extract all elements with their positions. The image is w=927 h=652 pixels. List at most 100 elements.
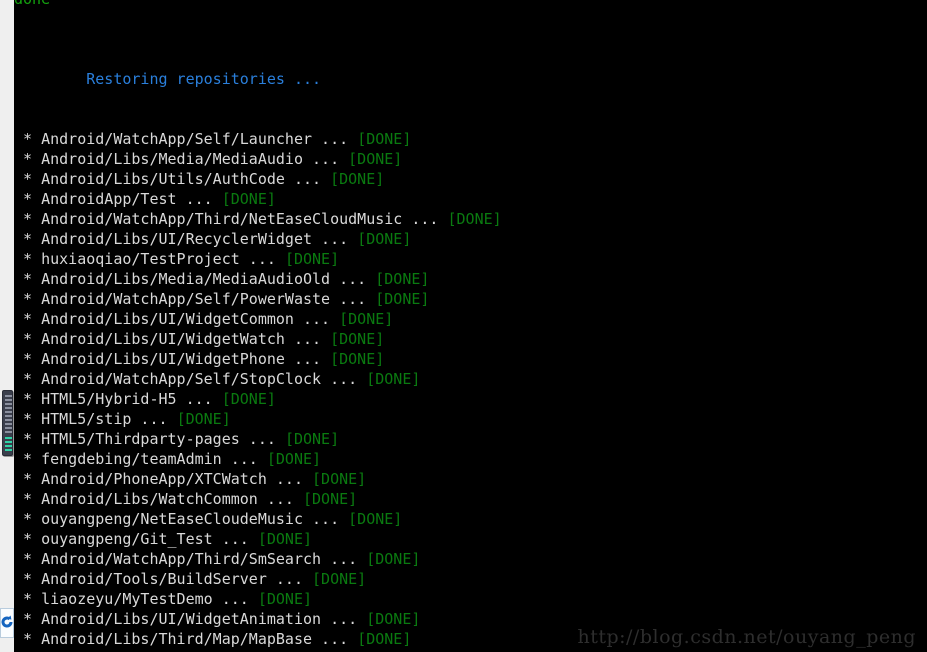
progress-ellipsis: ... — [176, 390, 222, 408]
progress-ellipsis: ... — [239, 430, 285, 448]
repository-line: * Android/Libs/Media/MediaAudioOld ... [… — [14, 269, 927, 289]
repository-status-badge: [DONE] — [312, 470, 367, 488]
repository-line: * Android/Libs/UI/WidgetPhone ... [DONE] — [14, 349, 927, 369]
repository-status-badge: [DONE] — [348, 510, 403, 528]
bullet-marker: * — [14, 410, 42, 428]
repository-name: Android/Libs/Media/MediaAudioOld — [41, 270, 331, 288]
repository-status-badge: [DONE] — [284, 430, 340, 448]
repository-line: * Android/Libs/Media/MediaAudio ... [DON… — [14, 149, 927, 169]
scrollback-line: done — [14, 0, 50, 9]
repository-name: Android/WatchApp/Third/SmSearch — [41, 550, 322, 568]
repository-name: Android/Libs/UI/WidgetCommon — [41, 310, 294, 328]
repository-line: * Android/Libs/UI/WidgetWatch ... [DONE] — [14, 329, 927, 349]
bullet-marker: * — [14, 230, 42, 248]
bullet-marker: * — [14, 250, 42, 268]
progress-ellipsis: ... — [321, 550, 367, 568]
bullet-marker: * — [14, 290, 42, 308]
repository-line: * Android/Tools/BuildServer ... [DONE] — [14, 569, 927, 589]
repository-status-badge: [DONE] — [339, 310, 394, 328]
repository-name: ouyangpeng/NetEaseCloudeMusic — [41, 510, 303, 528]
repository-line: * Android/WatchApp/Self/Launcher ... [DO… — [14, 129, 927, 149]
repository-line: * HTML5/Hybrid-H5 ... [DONE] — [14, 389, 927, 409]
bullet-marker: * — [14, 170, 42, 188]
repository-name: huxiaoqiao/TestProject — [41, 250, 240, 268]
repository-name: HTML5/Thirdparty-pages — [41, 430, 240, 448]
repository-line: * HTML5/stip ... [DONE] — [14, 409, 927, 429]
repository-status-badge: [DONE] — [366, 610, 421, 628]
repository-name: Android/Libs/UI/WidgetPhone — [41, 350, 285, 368]
bullet-marker: * — [14, 510, 42, 528]
progress-ellipsis: ... — [284, 170, 331, 188]
repository-status-badge: [DONE] — [176, 410, 231, 428]
bullet-marker: * — [14, 470, 42, 488]
progress-ellipsis: ... — [239, 250, 285, 268]
progress-ellipsis: ... — [176, 190, 222, 208]
repository-status-badge: [DONE] — [366, 370, 421, 388]
progress-ellipsis: ... — [402, 210, 448, 228]
terminal-lines: Restoring repositories ... * Android/Wat… — [14, 9, 927, 652]
progress-ellipsis: ... — [212, 590, 258, 608]
repository-line: * Android/PhoneApp/XTCWatch ... [DONE] — [14, 469, 927, 489]
repository-status-badge: [DONE] — [257, 590, 313, 608]
repository-name: Android/WatchApp/Self/StopClock — [41, 370, 322, 388]
progress-ellipsis: ... — [257, 490, 303, 508]
repository-name: Android/Libs/UI/RecyclerWidget — [41, 230, 313, 248]
repository-status-badge: [DONE] — [330, 330, 385, 348]
repository-status-badge: [DONE] — [357, 230, 412, 248]
server-rack-body — [2, 390, 13, 456]
repository-status-badge: [DONE] — [257, 530, 313, 548]
bullet-marker: * — [14, 530, 42, 548]
repository-name: Android/Libs/UI/WidgetWatch — [41, 330, 285, 348]
bullet-marker: * — [14, 590, 42, 608]
repository-name: Android/WatchApp/Self/PowerWaste — [41, 290, 331, 308]
repository-name: fengdebing/teamAdmin — [41, 450, 222, 468]
bullet-marker: * — [14, 570, 42, 588]
repository-name: Android/Tools/BuildServer — [41, 570, 267, 588]
repository-name: HTML5/stip — [41, 410, 132, 428]
repository-line: * Android/WatchApp/Self/StopClock ... [D… — [14, 369, 927, 389]
repository-status-badge: [DONE] — [348, 150, 403, 168]
repository-line: * AndroidApp/Test ... [DONE] — [14, 189, 927, 209]
repository-name: Android/Libs/Third/Map/MapBase — [41, 630, 313, 648]
repository-line: * huxiaoqiao/TestProject ... [DONE] — [14, 249, 927, 269]
progress-ellipsis: ... — [303, 150, 349, 168]
bullet-marker: * — [14, 610, 42, 628]
repository-status-badge: [DONE] — [357, 630, 412, 648]
repository-status-badge: [DONE] — [357, 130, 412, 148]
repository-status-badge: [DONE] — [447, 210, 502, 228]
bullet-marker: * — [14, 210, 42, 228]
repository-name: HTML5/Hybrid-H5 — [41, 390, 177, 408]
watermark-url: http://blog.csdn.net/ouyang_peng — [577, 626, 916, 648]
bullet-marker: * — [14, 130, 42, 148]
repository-line: * fengdebing/teamAdmin ... [DONE] — [14, 449, 927, 469]
repository-name: Android/WatchApp/Self/Launcher — [41, 130, 313, 148]
progress-ellipsis: ... — [330, 270, 376, 288]
terminal-output[interactable]: done Restoring repositories ... * Androi… — [14, 0, 927, 652]
repository-name: ouyangpeng/Git_Test — [41, 530, 213, 548]
repository-line: * Android/Libs/Utils/AuthCode ... [DONE] — [14, 169, 927, 189]
server-rack-icon[interactable] — [0, 388, 14, 460]
repository-name: liaozeyu/MyTestDemo — [41, 590, 213, 608]
repository-name: Android/PhoneApp/XTCWatch — [41, 470, 267, 488]
bullet-marker: * — [14, 190, 42, 208]
desktop-left-strip — [0, 0, 14, 652]
repository-status-badge: [DONE] — [221, 190, 276, 208]
repository-name: AndroidApp/Test — [41, 190, 177, 208]
repository-name: Android/Libs/Utils/AuthCode — [41, 170, 285, 188]
refresh-sync-icon[interactable] — [0, 608, 14, 640]
bullet-marker: * — [14, 430, 42, 448]
progress-ellipsis: ... — [266, 570, 313, 588]
progress-ellipsis: ... — [330, 290, 376, 308]
repository-name: Android/Libs/UI/WidgetAnimation — [41, 610, 322, 628]
progress-ellipsis: ... — [312, 630, 358, 648]
progress-ellipsis: ... — [131, 410, 177, 428]
progress-ellipsis: ... — [312, 130, 358, 148]
repository-status-badge: [DONE] — [266, 450, 322, 468]
repository-status-badge: [DONE] — [375, 270, 430, 288]
bullet-marker: * — [14, 550, 42, 568]
progress-ellipsis: ... — [266, 470, 313, 488]
refresh-arrow-glyph — [1, 615, 13, 628]
repository-status-badge: [DONE] — [366, 550, 421, 568]
progress-ellipsis: ... — [321, 610, 367, 628]
repository-name: Android/Libs/WatchCommon — [41, 490, 258, 508]
